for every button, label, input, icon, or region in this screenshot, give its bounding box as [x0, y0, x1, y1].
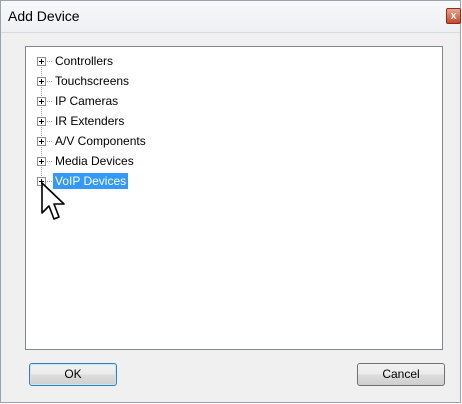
- tree-item-controllers[interactable]: Controllers: [37, 52, 115, 70]
- plus-box-icon[interactable]: [37, 156, 46, 166]
- plus-box-icon[interactable]: [37, 136, 46, 146]
- add-device-dialog: Add Device x Controllers Touchscreens IP…: [0, 0, 461, 403]
- plus-box-icon[interactable]: [37, 116, 46, 126]
- tree-dots: [47, 60, 52, 62]
- tree-item-label: A/V Components: [55, 134, 146, 148]
- tree-item-label: IR Extenders: [55, 114, 125, 128]
- tree-item-label: Controllers: [55, 54, 114, 68]
- tree-item-label: IP Cameras: [55, 94, 119, 108]
- tree-dots: [47, 100, 52, 102]
- cancel-button[interactable]: Cancel: [357, 363, 445, 386]
- tree-dots: [47, 160, 52, 162]
- close-icon[interactable]: x: [446, 8, 461, 24]
- tree-item-label: Touchscreens: [55, 74, 130, 88]
- tree-dots: [47, 140, 52, 142]
- tree-item-touchscreens[interactable]: Touchscreens: [37, 72, 131, 90]
- tree-item-ip-cameras[interactable]: IP Cameras: [37, 92, 120, 110]
- tree-dots: [47, 80, 52, 82]
- device-tree[interactable]: Controllers Touchscreens IP Cameras IR E…: [25, 46, 443, 350]
- mouse-pointer-icon: [41, 182, 65, 220]
- tree-item-media-devices[interactable]: Media Devices: [37, 152, 136, 170]
- plus-box-icon[interactable]: [37, 56, 46, 66]
- tree-item-ir-extenders[interactable]: IR Extenders: [37, 112, 126, 130]
- tree-dots: [47, 120, 52, 122]
- title-bar[interactable]: Add Device x: [1, 1, 461, 33]
- tree-item-label: Media Devices: [55, 154, 134, 168]
- ok-button[interactable]: OK: [29, 363, 117, 386]
- plus-box-icon[interactable]: [37, 76, 46, 86]
- dialog-title: Add Device: [8, 8, 80, 24]
- tree-item-av-components[interactable]: A/V Components: [37, 132, 148, 150]
- plus-box-icon[interactable]: [37, 96, 46, 106]
